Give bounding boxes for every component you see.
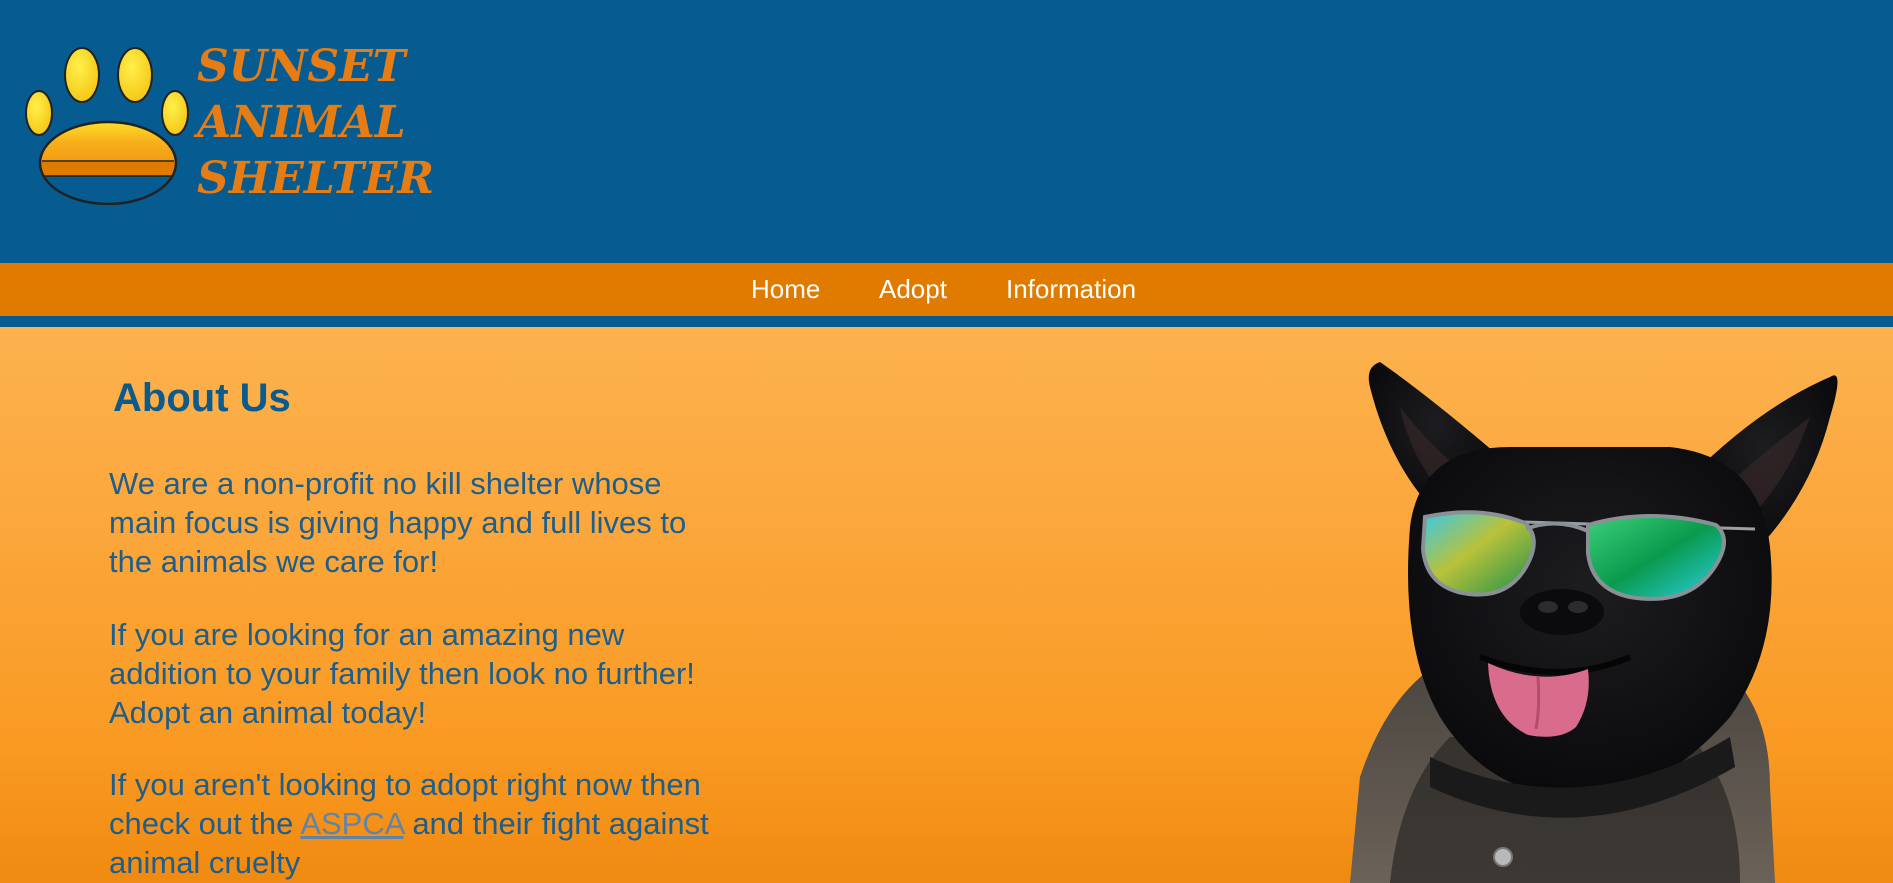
site-brand[interactable]: SUNSET ANIMAL SHELTER [197,39,434,207]
brand-line-3: SHELTER [197,153,435,204]
main-nav: Home Adopt Information [0,263,1893,316]
about-section: About Us We are a non-profit no kill she… [0,327,1893,883]
brand-line-2: ANIMAL [197,97,406,148]
dog-with-sunglasses-image [1350,362,1838,883]
nav-item-information[interactable]: Information [1006,276,1136,302]
about-paragraph-3: If you aren't looking to adopt right now… [109,765,729,882]
page-title: About Us [113,376,291,420]
about-paragraph-2: If you are looking for an amazing new ad… [109,617,695,730]
site-header: SUNSET ANIMAL SHELTER [0,0,1893,263]
nav-item-home[interactable]: Home [751,276,820,302]
aspca-link[interactable]: ASPCA [300,806,403,841]
nav-divider [0,316,1893,327]
brand-line-1: SUNSET [197,41,406,92]
about-paragraph-1: We are a non-profit no kill shelter whos… [109,466,687,579]
nav-item-adopt[interactable]: Adopt [879,276,947,302]
paw-print-icon[interactable] [24,45,194,205]
